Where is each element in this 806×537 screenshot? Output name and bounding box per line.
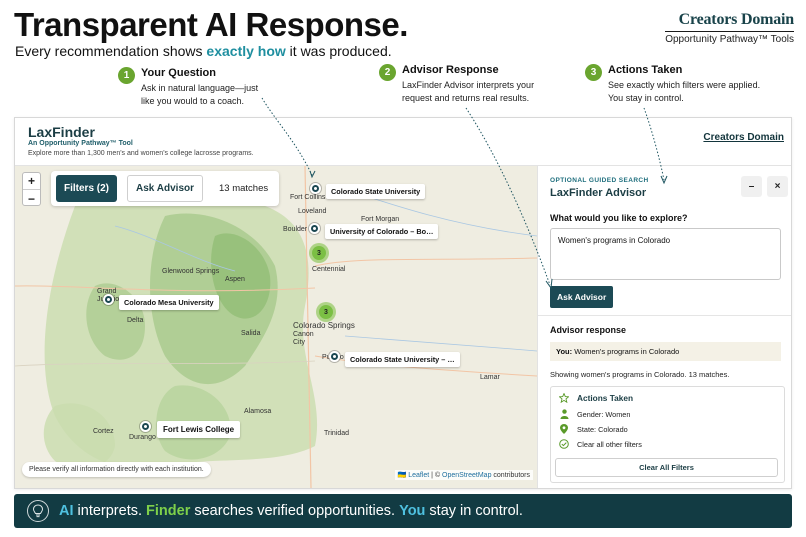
- app-tool-label: An Opportunity Pathway™ Tool: [28, 140, 133, 147]
- step-description: Ask in natural language—just like you wou…: [141, 83, 259, 106]
- town-label: Lamar: [480, 374, 500, 381]
- town-label: Boulder: [283, 226, 308, 233]
- match-count: 13 matches: [219, 183, 269, 194]
- step-number: 2: [379, 64, 396, 81]
- college-label[interactable]: Colorado State University: [326, 184, 426, 199]
- step-number: 1: [118, 67, 135, 84]
- town-label: Canon City: [293, 331, 314, 346]
- star-icon: [559, 393, 569, 403]
- college-marker[interactable]: [309, 223, 320, 234]
- town-label: Cortez: [93, 428, 114, 435]
- panel-kicker: OPTIONAL GUIDED SEARCH: [550, 177, 649, 184]
- college-marker[interactable]: [140, 421, 151, 432]
- question-input[interactable]: Women's programs in Colorado: [550, 228, 781, 280]
- college-label[interactable]: Colorado Mesa University: [119, 295, 219, 310]
- app-header: LaxFinder An Opportunity Pathway™ Tool E…: [15, 118, 791, 166]
- college-marker[interactable]: [329, 351, 340, 362]
- zoom-control: + −: [22, 172, 41, 206]
- action-item: Gender: Women: [559, 409, 630, 419]
- question-label: What would you like to explore?: [550, 213, 688, 223]
- brand-name: Creators Domain: [678, 11, 795, 28]
- ask-advisor-button[interactable]: Ask Advisor: [550, 286, 614, 308]
- town-label: Delta: [127, 317, 144, 324]
- college-marker[interactable]: [103, 294, 114, 305]
- actions-title: Actions Taken: [577, 393, 634, 403]
- town-label: Salida: [241, 330, 261, 337]
- college-label[interactable]: University of Colorado – Bo…: [325, 224, 439, 239]
- footer-banner: AI interprets. Finder searches verified …: [14, 494, 792, 528]
- college-label[interactable]: Colorado State University – …: [345, 352, 460, 367]
- response-summary: Showing women's programs in Colorado. 13…: [550, 370, 730, 379]
- action-item: Clear all other filters: [559, 439, 642, 449]
- cluster-marker[interactable]: 3: [309, 243, 329, 263]
- town-label: Aspen: [225, 276, 245, 283]
- osm-link[interactable]: OpenStreetMap: [442, 472, 491, 479]
- action-item: State: Colorado: [559, 424, 628, 434]
- step-advisor-response: 2 Advisor Response LaxFinder Advisor int…: [379, 64, 534, 105]
- response-title: Advisor response: [550, 325, 627, 335]
- map-attribution: 🇺🇦 Leaflet | © OpenStreetMap contributor…: [394, 470, 533, 480]
- ask-advisor-map-button[interactable]: Ask Advisor: [127, 175, 203, 202]
- user-query-echo: You: Women's programs in Colorado: [550, 342, 781, 361]
- town-label: Loveland: [298, 208, 327, 215]
- hero-title: Transparent AI Response.: [14, 6, 408, 43]
- town-label: Colorado Springs: [293, 321, 355, 330]
- step-title: Advisor Response: [402, 64, 499, 76]
- step-your-question: 1 Your Question Ask in natural language—…: [118, 67, 258, 108]
- panel-title: LaxFinder Advisor: [550, 187, 647, 199]
- app-name: LaxFinder: [28, 124, 95, 140]
- town-label: Trinidad: [324, 430, 350, 437]
- zoom-out-button[interactable]: −: [23, 190, 40, 207]
- clear-all-filters-button[interactable]: Clear All Filters: [555, 458, 778, 477]
- map-disclaimer: Please verify all information directly w…: [22, 462, 211, 477]
- brand-logo: Creators Domain Opportunity Pathway™ Too…: [665, 11, 794, 45]
- app-description: Explore more than 1,300 men's and women'…: [28, 150, 254, 157]
- step-number: 3: [585, 64, 602, 81]
- town-label: Glenwood Springs: [162, 268, 220, 275]
- location-pin-icon: [559, 424, 569, 434]
- leaflet-link[interactable]: Leaflet: [408, 472, 429, 479]
- step-description: LaxFinder Advisor interprets your request…: [402, 80, 535, 103]
- minimize-button[interactable]: –: [741, 176, 762, 197]
- step-actions-taken: 3 Actions Taken See exactly which filter…: [585, 64, 760, 105]
- close-button[interactable]: ×: [767, 176, 788, 197]
- map-toolbar: Filters (2) Ask Advisor 13 matches: [51, 171, 280, 206]
- actions-taken-box: Actions Taken Gender: Women State: Color…: [550, 386, 785, 483]
- college-marker[interactable]: [310, 183, 321, 194]
- town-label: Alamosa: [244, 408, 272, 415]
- actions-header: Actions Taken: [559, 393, 633, 403]
- town-label: Fort Collins: [290, 194, 326, 201]
- creators-domain-link[interactable]: Creators Domain: [703, 132, 784, 143]
- lightbulb-icon: [27, 500, 49, 522]
- cluster-marker[interactable]: 3: [316, 302, 336, 322]
- divider: [538, 315, 791, 316]
- step-description: See exactly which filters were applied. Y…: [608, 80, 761, 103]
- check-circle-icon: [559, 439, 569, 449]
- laxfinder-app: LaxFinder An Opportunity Pathway™ Tool E…: [14, 117, 792, 489]
- zoom-in-button[interactable]: +: [23, 173, 40, 190]
- advisor-panel: OPTIONAL GUIDED SEARCH LaxFinder Advisor…: [537, 166, 791, 488]
- hero-subtitle: Every recommendation shows exactly how i…: [15, 43, 392, 59]
- town-label: Centennial: [312, 266, 346, 273]
- person-icon: [559, 409, 569, 419]
- town-label: Fort Morgan: [361, 216, 400, 223]
- brand-tagline: Opportunity Pathway™ Tools: [665, 31, 794, 45]
- banner-text: AI interprets. Finder searches verified …: [59, 503, 523, 519]
- filters-button[interactable]: Filters (2): [56, 175, 118, 202]
- town-label: Durango: [129, 434, 156, 441]
- step-title: Actions Taken: [608, 64, 683, 76]
- step-title: Your Question: [141, 67, 216, 79]
- map-terrain: [15, 166, 537, 488]
- college-label[interactable]: Fort Lewis College: [157, 421, 241, 438]
- map-view[interactable]: + − Filters (2) Ask Advisor 13 matches F…: [15, 166, 537, 488]
